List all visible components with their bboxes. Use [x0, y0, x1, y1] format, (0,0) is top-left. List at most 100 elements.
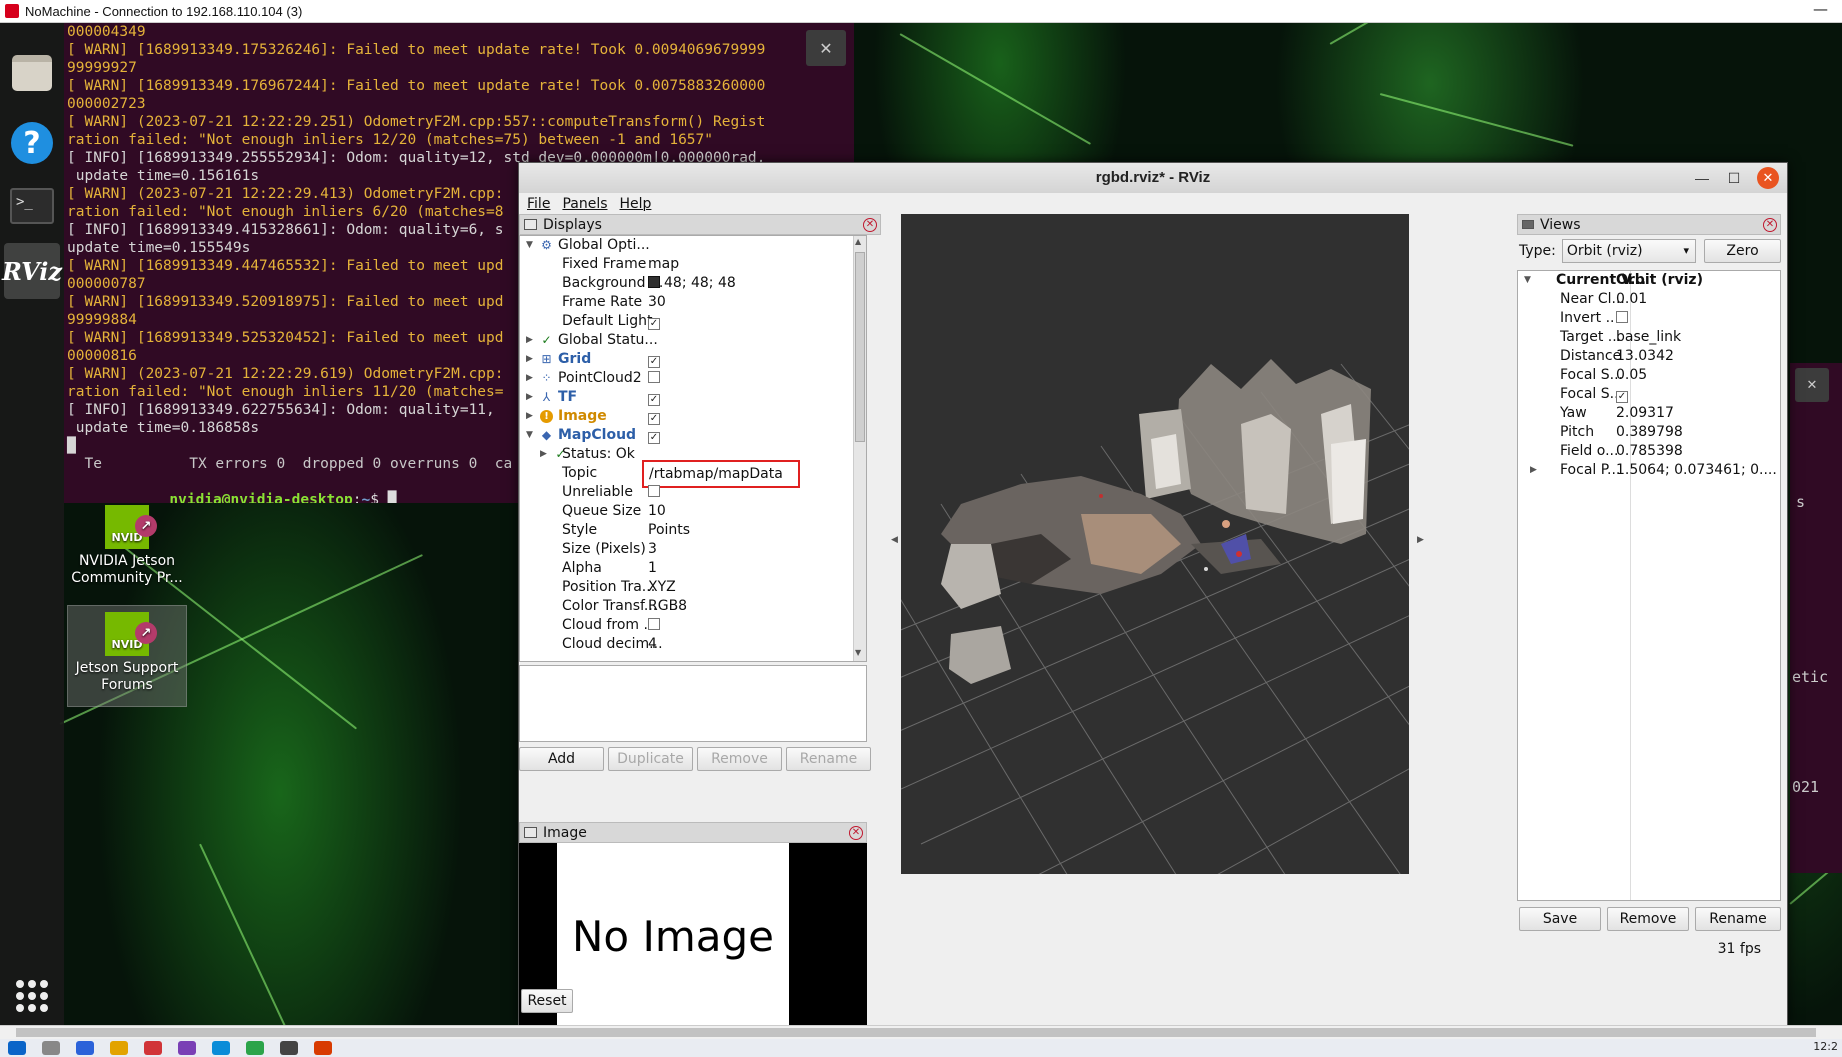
property-row[interactable]: ▶ ⊞ Grid ✓ [520, 350, 866, 369]
taskbar-app-icon[interactable] [280, 1041, 298, 1055]
property-row[interactable]: Topic/rtabmap/mapData [520, 460, 866, 488]
collapse-left-icon[interactable]: ◀ [891, 535, 898, 545]
property-row[interactable]: Style Points [520, 521, 866, 540]
property-row[interactable]: ▶ ✓ Global Statu... [520, 331, 866, 350]
checkbox-checked[interactable]: ✓ [648, 356, 660, 368]
property-value[interactable]: 30 [648, 293, 666, 312]
property-checkbox[interactable]: ✓ [648, 388, 660, 407]
expand-right-icon[interactable]: ▶ [1530, 461, 1540, 480]
property-value[interactable]: 0.785398 [1616, 442, 1683, 461]
expand-down-icon[interactable]: ▼ [526, 236, 536, 255]
3d-viewport[interactable] [901, 214, 1409, 874]
property-value[interactable]: 2.09317 [1616, 404, 1674, 423]
property-row[interactable]: ▶ Focal P... 1.5064; 0.073461; 0.... [1518, 461, 1780, 480]
property-row[interactable]: Size (Pixels) 3 [520, 540, 866, 559]
nomachine-horizontal-scrollbar[interactable] [0, 1025, 1842, 1039]
panel-close-icon[interactable]: ✕ [849, 826, 863, 840]
panel-close-icon[interactable]: ✕ [1763, 218, 1777, 232]
expand-right-icon[interactable]: ▶ [526, 388, 536, 407]
property-value[interactable]: 0.389798 [1616, 423, 1683, 442]
menu-help[interactable]: Help [620, 196, 652, 212]
property-row[interactable]: Distance 13.0342 [1518, 347, 1780, 366]
checkbox-checked[interactable]: ✓ [648, 432, 660, 444]
property-row[interactable]: Cloud decim... 4 [520, 635, 866, 654]
expand-right-icon[interactable]: ▶ [540, 445, 550, 464]
rename-button[interactable]: Rename [786, 747, 871, 771]
property-row[interactable]: ▼ ◆ MapCloud ✓ [520, 426, 866, 445]
taskbar-app-icon[interactable] [76, 1041, 94, 1055]
taskbar-app-icon[interactable] [110, 1041, 128, 1055]
checkbox-unchecked[interactable] [648, 618, 660, 630]
property-value[interactable]: 10 [648, 502, 666, 521]
property-row[interactable]: Near Cl... 0.01 [1518, 290, 1780, 309]
duplicate-button[interactable]: Duplicate [608, 747, 693, 771]
property-value[interactable]: RGB8 [648, 597, 687, 616]
property-row[interactable]: ▼ Current V... Orbit (rviz) [1518, 271, 1780, 290]
nomachine-minimize-button[interactable]: — [1813, 0, 1828, 18]
rename-view-button[interactable]: Rename [1695, 907, 1781, 931]
expand-right-icon[interactable]: ▶ [526, 331, 536, 350]
reset-button[interactable]: Reset [521, 989, 573, 1013]
color-swatch[interactable] [648, 276, 660, 288]
property-row[interactable]: Default Light ✓ [520, 312, 866, 331]
property-value[interactable]: 3 [648, 540, 657, 559]
desktop-icon-jetson-forums[interactable]: NVID Jetson Support Forums [67, 605, 187, 707]
checkbox-checked[interactable]: ✓ [1616, 391, 1628, 403]
property-checkbox[interactable]: ✓ [648, 407, 660, 426]
remove-view-button[interactable]: Remove [1607, 907, 1689, 931]
property-row[interactable]: Unreliable [520, 483, 866, 502]
property-value[interactable]: Points [648, 521, 690, 540]
property-row[interactable]: Cloud from ... [520, 616, 866, 635]
property-checkbox[interactable] [1616, 309, 1628, 328]
add-button[interactable]: Add [519, 747, 604, 771]
property-row[interactable]: Fixed Frame map [520, 255, 866, 274]
taskbar-app-icon[interactable] [144, 1041, 162, 1055]
checkbox-checked[interactable]: ✓ [648, 318, 660, 330]
search-icon[interactable] [42, 1041, 60, 1055]
property-row[interactable]: Frame Rate 30 [520, 293, 866, 312]
close-button[interactable]: ✕ [1757, 167, 1779, 189]
property-row[interactable]: Target ... base_link [1518, 328, 1780, 347]
property-row[interactable]: Focal S... 0.05 [1518, 366, 1780, 385]
displays-tree[interactable]: ▼ ⚙ Global Opti... Fixed Frame map Background… [519, 235, 867, 662]
property-row[interactable]: Yaw 2.09317 [1518, 404, 1780, 423]
property-value[interactable]: Orbit (rviz) [1616, 271, 1703, 290]
view-type-select[interactable]: Orbit (rviz) [1561, 239, 1697, 263]
property-checkbox[interactable]: ✓ [1616, 385, 1628, 404]
property-value[interactable]: base_link [1616, 328, 1681, 347]
checkbox-checked[interactable]: ✓ [648, 413, 660, 425]
start-icon[interactable] [8, 1041, 26, 1055]
checkbox-unchecked[interactable] [648, 371, 660, 383]
property-value[interactable]: map [648, 255, 679, 274]
scroll-thumb[interactable] [16, 1028, 1816, 1037]
taskbar-app-icon[interactable] [314, 1041, 332, 1055]
displays-scrollbar[interactable]: ▲ ▼ [853, 236, 866, 661]
property-row[interactable]: Invert ... [1518, 309, 1780, 328]
property-checkbox[interactable]: ✓ [648, 426, 660, 445]
property-checkbox[interactable] [648, 483, 660, 502]
property-value[interactable]: 48; 48; 48 [648, 274, 736, 293]
property-value[interactable]: 0.01 [1616, 290, 1647, 309]
property-row[interactable]: ▶! Image ✓ [520, 407, 866, 426]
expand-right-icon[interactable]: ▶ [526, 369, 536, 388]
property-checkbox[interactable] [648, 369, 660, 388]
taskbar-app-icon[interactable] [178, 1041, 196, 1055]
property-checkbox[interactable]: ✓ [648, 350, 660, 369]
property-value[interactable]: 1 [648, 559, 657, 578]
remove-button[interactable]: Remove [697, 747, 782, 771]
dock-files[interactable] [4, 45, 60, 101]
property-row[interactable]: Color Transf... RGB8 [520, 597, 866, 616]
save-button[interactable]: Save [1519, 907, 1601, 931]
background-terminal-window[interactable]: s etic 021 [1790, 363, 1842, 873]
property-value[interactable]: XYZ [648, 578, 676, 597]
dock-terminal[interactable]: >_ [4, 178, 60, 234]
menu-file[interactable]: File [527, 196, 550, 212]
scroll-thumb[interactable] [855, 252, 865, 442]
property-row[interactable]: Focal S... ✓ [1518, 385, 1780, 404]
dock-show-apps[interactable] [4, 968, 60, 1024]
scroll-down-icon[interactable]: ▼ [855, 648, 861, 657]
dock-help[interactable]: ? [4, 115, 60, 171]
maximize-button[interactable]: ☐ [1723, 167, 1745, 189]
zero-button[interactable]: Zero [1704, 239, 1781, 263]
desktop-icon-jetson-community[interactable]: NVID NVIDIA Jetson Community Pr... [67, 505, 187, 587]
